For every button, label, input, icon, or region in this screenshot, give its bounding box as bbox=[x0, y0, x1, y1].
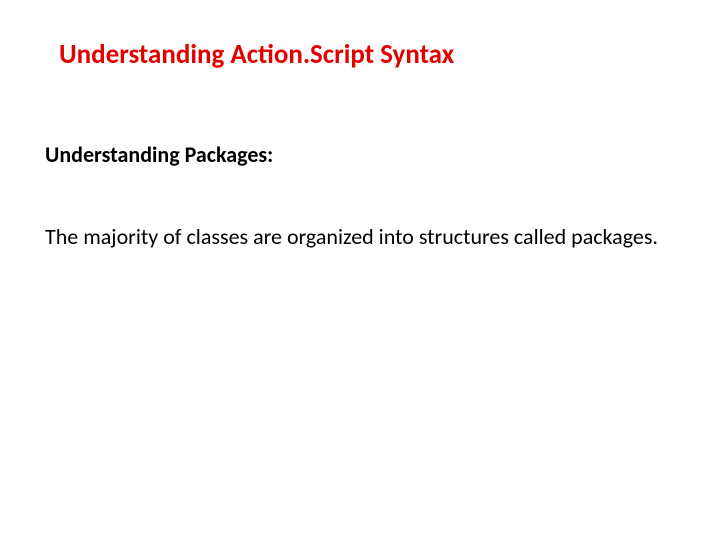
slide-body-text: The majority of classes are organized in… bbox=[45, 214, 675, 260]
slide-title: Understanding Action.Script Syntax bbox=[59, 38, 675, 71]
slide-subtitle: Understanding Packages: bbox=[45, 141, 675, 168]
